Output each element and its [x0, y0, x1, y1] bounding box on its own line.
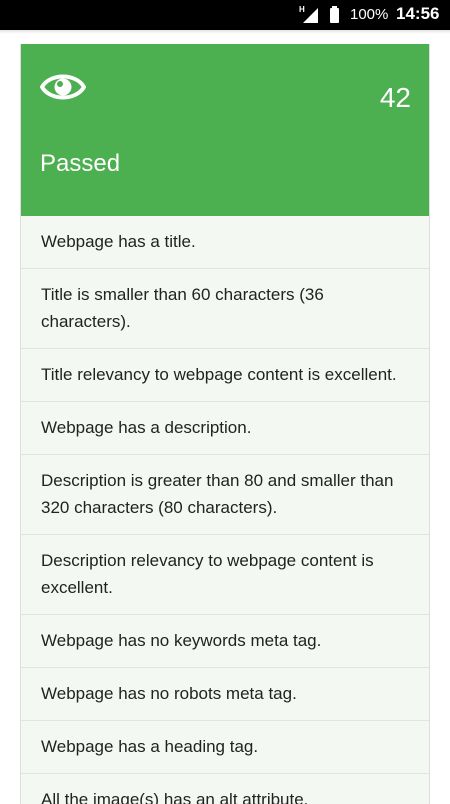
- passed-count: 42: [379, 82, 411, 113]
- list-item: Title is smaller than 60 characters (36 …: [21, 269, 429, 349]
- battery-percent: 100%: [350, 6, 389, 23]
- card-title: Passed: [40, 150, 121, 177]
- status-bar: H 100% 14:56: [0, 0, 450, 30]
- list-item: Webpage has no robots meta tag.: [21, 668, 429, 721]
- eye-icon: [40, 74, 86, 100]
- list-item: Webpage has a title.: [21, 216, 429, 269]
- status-clock: 14:56: [396, 4, 440, 23]
- list-item: Webpage has no keywords meta tag.: [21, 615, 429, 668]
- list-item: Description relevancy to webpage content…: [21, 535, 429, 615]
- battery-icon: [330, 6, 339, 23]
- card-header[interactable]: 42 Passed: [21, 44, 429, 216]
- passed-card: 42 Passed Webpage has a title. Title is …: [20, 44, 430, 804]
- passed-list: Webpage has a title. Title is smaller th…: [21, 216, 429, 804]
- signal-icon: [303, 8, 318, 23]
- toolbar-shadow: [0, 30, 450, 34]
- list-item: Title relevancy to webpage content is ex…: [21, 349, 429, 402]
- list-item: Description is greater than 80 and small…: [21, 455, 429, 535]
- list-item: Webpage has a heading tag.: [21, 721, 429, 774]
- list-item: Webpage has a description.: [21, 402, 429, 455]
